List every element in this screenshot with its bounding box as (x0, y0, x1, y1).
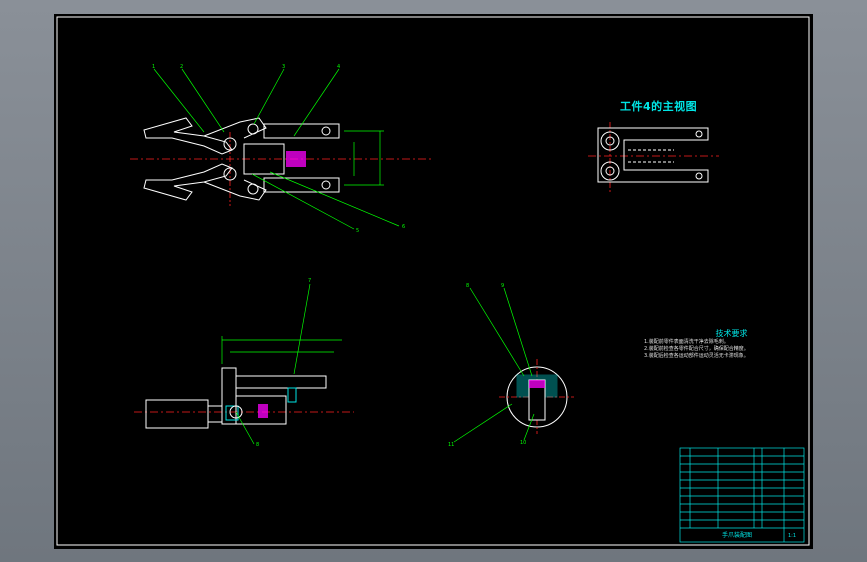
section-detail-view: 8 9 11 10 (448, 283, 574, 448)
view-title: 工件4的主视图 (620, 100, 698, 113)
leader-1: 1 (152, 64, 155, 70)
leader-2: 2 (180, 64, 183, 70)
leader-section-9: 9 (501, 283, 504, 289)
leader-8: 8 (256, 442, 259, 448)
drawing-frame (56, 16, 810, 546)
technical-requirements: 技术要求 1.装配前零件表面清洗干净去除毛刺。 2.装配前检查各零件配合尺寸，确… (644, 330, 819, 360)
workpiece-4-front-view (588, 122, 719, 192)
leader-6: 6 (402, 224, 405, 230)
cad-viewport[interactable]: 1 2 3 4 5 6 7 8 8 9 11 10 手爪装配图 1:1 工件4的… (54, 14, 813, 549)
tech-requirement-2: 2.装配前检查各零件配合尺寸，确保配合精度。 (644, 346, 749, 352)
assembly-drawing: 1 2 3 4 5 6 7 8 8 9 11 10 手爪装配图 1:1 (56, 16, 810, 546)
drawing-name: 手爪装配图 (722, 531, 752, 539)
drawing-ratio: 1:1 (788, 533, 796, 539)
leader-section-10: 10 (520, 440, 526, 446)
leader-4: 4 (337, 64, 340, 70)
leader-5: 5 (356, 228, 359, 234)
leader-section-11: 11 (448, 442, 454, 448)
tech-requirements-title: 技术要求 (715, 329, 748, 338)
leader-3: 3 (282, 64, 285, 70)
gripper-side-view: 7 8 (134, 278, 354, 448)
leader-section-8: 8 (466, 283, 469, 289)
title-block (679, 447, 805, 543)
gripper-top-view: 1 2 3 4 5 6 (130, 64, 434, 234)
leader-7: 7 (308, 278, 311, 284)
tech-requirement-1: 1.装配前零件表面清洗干净去除毛刺。 (644, 339, 729, 345)
tech-requirement-3: 3.装配后检查各运动部件运动灵活无卡滞现象。 (644, 353, 749, 359)
